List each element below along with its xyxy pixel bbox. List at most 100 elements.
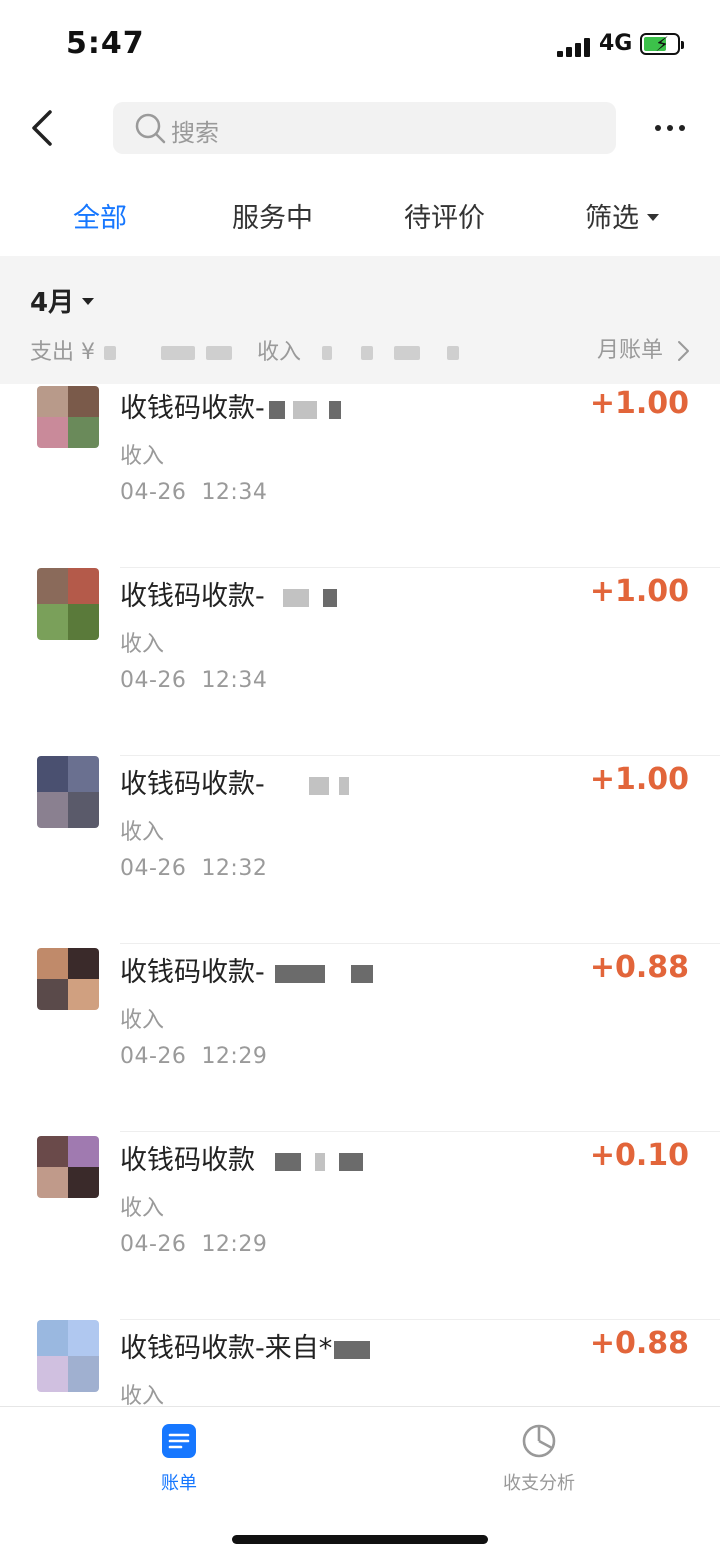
masked-name [292, 400, 317, 419]
expense-label: 支出 ¥ [30, 340, 95, 365]
masked-amount [104, 346, 116, 360]
masked-name [339, 1152, 363, 1171]
transaction-amount: +0.10 [589, 1138, 689, 1173]
search-placeholder: 搜索 [171, 119, 219, 147]
transaction-time: 04-26 12:34 [120, 668, 267, 693]
masked-name [274, 964, 325, 983]
masked-name [322, 588, 337, 607]
masked-name [334, 1340, 371, 1359]
masked-name [308, 776, 329, 795]
transaction-title: 收钱码收款-来自* [120, 1326, 371, 1365]
avatar [37, 756, 99, 828]
masked-amount [447, 346, 460, 360]
avatar [37, 1320, 99, 1392]
transaction-date: 04-26 [120, 1232, 187, 1257]
month-selector[interactable]: 4月 [30, 282, 95, 319]
masked-amount [361, 346, 374, 360]
transaction-row[interactable]: 收钱码收款- 收入 04-26 12:34 +1.00 [0, 384, 720, 568]
transaction-type: 收入 [120, 820, 165, 845]
masked-name [350, 964, 373, 983]
battery-icon: ⚡ [640, 32, 684, 56]
bill-list-icon [162, 1424, 196, 1458]
transaction-row[interactable]: 收钱码收款- 收入 04-26 12:32 +1.00 [0, 756, 720, 944]
transaction-row[interactable]: 收钱码收款-来自* 收入 +0.88 [0, 1320, 720, 1406]
transaction-type: 收入 [120, 1008, 165, 1033]
monthly-bill-link[interactable]: 月账单 [597, 332, 690, 364]
month-summary: 4月 支出 ¥ 收入 月账单 [0, 256, 720, 384]
avatar [37, 568, 99, 640]
transaction-amount: +0.88 [589, 1326, 689, 1361]
transaction-date: 04-26 [120, 668, 187, 693]
transaction-title-text: 收钱码收款- [120, 769, 265, 800]
masked-name [328, 400, 341, 419]
pie-chart-icon [522, 1424, 556, 1458]
transaction-clock: 12:34 [201, 480, 268, 505]
transaction-date: 04-26 [120, 856, 187, 881]
chevron-left-icon [32, 110, 52, 146]
masked-amount [394, 346, 421, 360]
month-totals: 支出 ¥ 收入 [30, 334, 460, 366]
transaction-type: 收入 [120, 1384, 165, 1406]
monthly-bill-label: 月账单 [596, 338, 663, 363]
transaction-title-text: 收钱码收款 [120, 1145, 255, 1176]
transaction-amount: +1.00 [589, 574, 689, 609]
more-button[interactable] [652, 110, 692, 146]
tab-filter-label: 筛选 [585, 203, 639, 234]
avatar [37, 948, 99, 1010]
transaction-time: 04-26 12:32 [120, 856, 267, 881]
search-icon [135, 113, 166, 144]
masked-amount [161, 346, 195, 360]
transaction-title: 收钱码收款- [120, 950, 373, 989]
tab-pending-review[interactable]: 待评价 [404, 196, 485, 235]
transaction-type: 收入 [120, 444, 165, 469]
tab-filter[interactable]: 筛选 [585, 196, 659, 235]
tab-in-service[interactable]: 服务中 [232, 196, 313, 235]
transaction-title-text: 收钱码收款- [120, 581, 265, 612]
caret-down-icon [647, 214, 659, 221]
transaction-amount: +0.88 [589, 950, 689, 985]
tab-all[interactable]: 全部 [73, 196, 127, 235]
masked-name [282, 588, 309, 607]
transaction-title: 收钱码收款- [120, 762, 349, 801]
back-button[interactable] [28, 108, 58, 148]
home-indicator [232, 1535, 488, 1544]
transaction-list: 收钱码收款- 收入 04-26 12:34 +1.00 收钱码收款- 收入 04… [0, 384, 720, 1406]
transaction-row[interactable]: 收钱码收款- 收入 04-26 12:34 +1.00 [0, 568, 720, 756]
transaction-clock: 12:29 [201, 1044, 268, 1069]
transaction-clock: 12:29 [201, 1232, 268, 1257]
transaction-time: 04-26 12:34 [120, 480, 267, 505]
tab-analysis-label: 收支分析 [503, 1473, 575, 1494]
avatar [37, 386, 99, 448]
network-type: 4G [599, 31, 633, 56]
masked-amount [322, 346, 333, 360]
tab-analysis[interactable]: 收支分析 [459, 1423, 619, 1495]
avatar [37, 1136, 99, 1198]
masked-name [315, 1152, 325, 1171]
bottom-tab-bar: 账单 收支分析 [0, 1406, 720, 1559]
transaction-title: 收钱码收款- [120, 386, 341, 425]
tab-bills[interactable]: 账单 [99, 1423, 259, 1495]
search-input[interactable]: 搜索 [113, 102, 616, 154]
transaction-amount: +1.00 [589, 386, 689, 421]
income-label: 收入 [257, 340, 302, 365]
status-time: 5:47 [66, 26, 145, 61]
transaction-title: 收钱码收款- [120, 574, 337, 613]
transaction-row[interactable]: 收钱码收款- 收入 04-26 12:29 +0.88 [0, 944, 720, 1132]
transaction-row[interactable]: 收钱码收款 收入 04-26 12:29 +0.10 [0, 1132, 720, 1320]
transaction-time: 04-26 12:29 [120, 1232, 267, 1257]
month-title: 4月 [30, 288, 75, 318]
tab-bills-label: 账单 [161, 1473, 197, 1494]
transaction-clock: 12:32 [201, 856, 268, 881]
filter-tabs: 全部 服务中 待评价 筛选 [0, 170, 720, 256]
caret-down-icon [82, 298, 95, 305]
transaction-date: 04-26 [120, 1044, 187, 1069]
transaction-time: 04-26 12:29 [120, 1044, 267, 1069]
transaction-type: 收入 [120, 632, 165, 657]
transaction-title-text: 收钱码收款-来自* [120, 1333, 333, 1364]
chevron-right-icon [678, 341, 689, 361]
masked-amount [206, 346, 232, 360]
signal-icon [557, 37, 591, 57]
transaction-date: 04-26 [120, 480, 187, 505]
transaction-title: 收钱码收款 [120, 1138, 363, 1177]
transaction-title-text: 收钱码收款- [120, 957, 265, 988]
